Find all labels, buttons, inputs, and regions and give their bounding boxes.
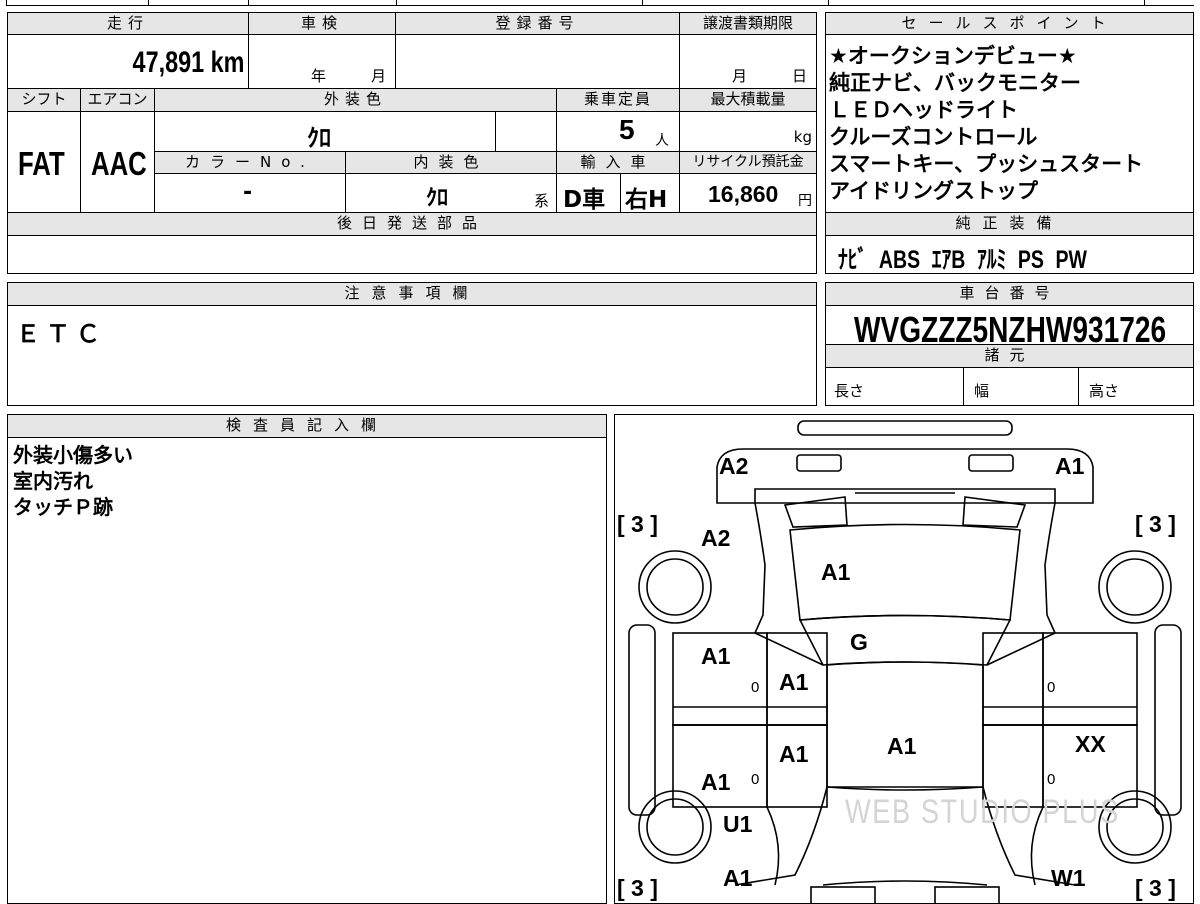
inspection-month: 月 [371,67,387,85]
left-rear-quarter-mark: A1 [723,865,753,891]
capacity-cell: 5 人 [556,111,680,152]
top-cutoff-strip [6,0,1194,8]
recycle-unit: 円 [798,193,812,209]
transfer-deadline-label: 譲渡書類期限 [679,12,817,35]
exterior-color-extra [495,111,557,152]
aircon-cell: AAC [80,111,155,213]
shift-label: シフト [7,88,81,112]
shift-value: FAT [18,145,65,182]
chassis-number-label: 車台番号 [825,282,1194,306]
interior-color-cell: ｸﾛ 系 [345,173,557,213]
shift-cell: FAT [7,111,81,213]
right-rear-quarter-mark: W1 [1051,865,1086,891]
right-rear-door-mark: XX [1075,731,1106,757]
left-rear-door-mark: A1 [701,769,731,795]
inspector-label: 検査員記入欄 [7,414,607,438]
registration-label: 登録番号 [395,12,680,35]
windshield-mark: G [850,629,868,655]
later-parts-cell [7,235,817,274]
aircon-value: AAC [91,145,147,182]
transfer-day: 日 [792,67,808,85]
tire-front-left-mark: [ 3 ] [617,511,658,537]
spec-height-label: 高さ [1089,382,1120,400]
mileage-cell: 47,891 km [7,34,249,89]
mileage-value: 47,891 km [132,46,244,79]
inspector-note-line: 外装小傷多い [13,443,133,467]
left-front-door-mark: A1 [701,643,731,669]
notice-text: ＥＴＣ [16,320,106,348]
left-rear-wheel-arch-mark: U1 [723,811,753,837]
specs-label: 諸元 [825,344,1194,368]
tire-front-right-mark: [ 3 ] [1135,511,1176,537]
exterior-color-cell: ｸﾛ [154,111,496,152]
import-handle-value: 右H [625,187,668,213]
spec-width-label: 幅 [974,382,990,400]
max-load-cell: kg [679,111,817,152]
spec-length-cell: 長さ [825,367,964,406]
color-no-value: - [243,180,253,205]
color-no-cell: - [154,173,346,213]
interior-color-label: 内装色 [345,151,557,174]
inspector-note-line: タッチＰ跡 [13,495,113,519]
interior-color-value: ｸﾛ [426,186,449,211]
sales-point-line: アイドリングストップ [829,179,1038,203]
inspector-notes: 外装小傷多い 室内汚れ タッチＰ跡 [13,442,133,520]
sales-point-line: ＬＥＤヘッドライト [829,98,1018,122]
inspection-year: 年 [311,67,327,85]
tire-rear-left-mark: [ 3 ] [617,875,658,901]
recycle-label: リサイクル預託金 [679,151,817,174]
exterior-color-label: 外装色 [154,88,557,112]
mileage-label: 走行 [7,12,249,35]
capacity-unit: 人 [655,133,669,149]
damage-diagram: WEB STUDIO PLUS [ 3 ] [ 3 ] [ 3 ] [ 3 ] … [614,414,1194,904]
transfer-month: 月 [732,67,748,85]
import-handle-cell: 右H [620,173,680,213]
inspection-cell: 年 月 [248,34,396,89]
inspector-note-line: 室内汚れ [13,469,93,493]
transfer-cell: 月 日 [679,34,817,89]
import-drive-value: D車 [563,187,606,213]
max-load-label: 最大積載量 [679,88,817,112]
spec-width-cell: 幅 [963,367,1079,406]
spec-height-cell: 高さ [1078,367,1194,406]
roof-mark: A1 [887,733,917,759]
spec-length-label: 長さ [834,382,865,400]
import-drive-cell: D車 [556,173,621,213]
color-no-label: カラーNo. [154,151,346,174]
max-load-unit: kg [793,128,812,146]
exterior-color-value: ｸﾛ [307,124,331,152]
hood-mark: A1 [821,559,851,585]
front-bumper-right-mark: A1 [1055,453,1085,479]
left-front-door-inner-mark: A1 [779,669,809,695]
tire-rear-right-mark: [ 3 ] [1135,875,1176,901]
sales-points-label: セールスポイント [825,12,1194,35]
notice-label: 注意事項欄 [7,282,817,306]
genuine-equipment-label: 純正装備 [825,212,1194,236]
zero-mark: 0 [1047,679,1056,696]
front-bumper-left-mark: A2 [719,453,749,479]
sales-point-line: クルーズコントロール [829,125,1038,149]
import-label: 輸入車 [556,151,680,174]
capacity-label: 乗車定員 [556,88,680,112]
recycle-cell: 16,860 円 [679,173,817,213]
capacity-value: 5 [619,114,635,145]
inspection-label: 車検 [248,12,396,35]
aircon-label: エアコン [80,88,155,112]
watermark: WEB STUDIO PLUS [845,793,1120,831]
zero-mark: 0 [751,771,760,788]
sales-point-line: 純正ナビ、バックモニター [829,71,1081,95]
registration-cell [395,34,680,89]
left-front-fender-mark: A2 [701,525,731,551]
sales-point-line: スマートキー、プッシュスタート [829,152,1144,176]
zero-mark: 0 [1047,771,1056,788]
later-parts-label: 後日発送部品 [7,212,817,236]
recycle-value: 16,860 [708,181,779,207]
sales-point-line: ★オークションデビュー★ [829,44,1077,68]
left-rear-door-inner-mark: A1 [779,741,809,767]
genuine-equipment-value: ﾅﾋﾞ ABS ｴｱB ｱﾙﾐ PS PW [838,246,1087,274]
sales-points-list: ★オークションデビュー★ 純正ナビ、バックモニター ＬＥＤヘッドライト クルーズ… [829,43,1191,213]
zero-mark: 0 [751,679,760,696]
interior-color-suffix: 系 [534,192,550,210]
